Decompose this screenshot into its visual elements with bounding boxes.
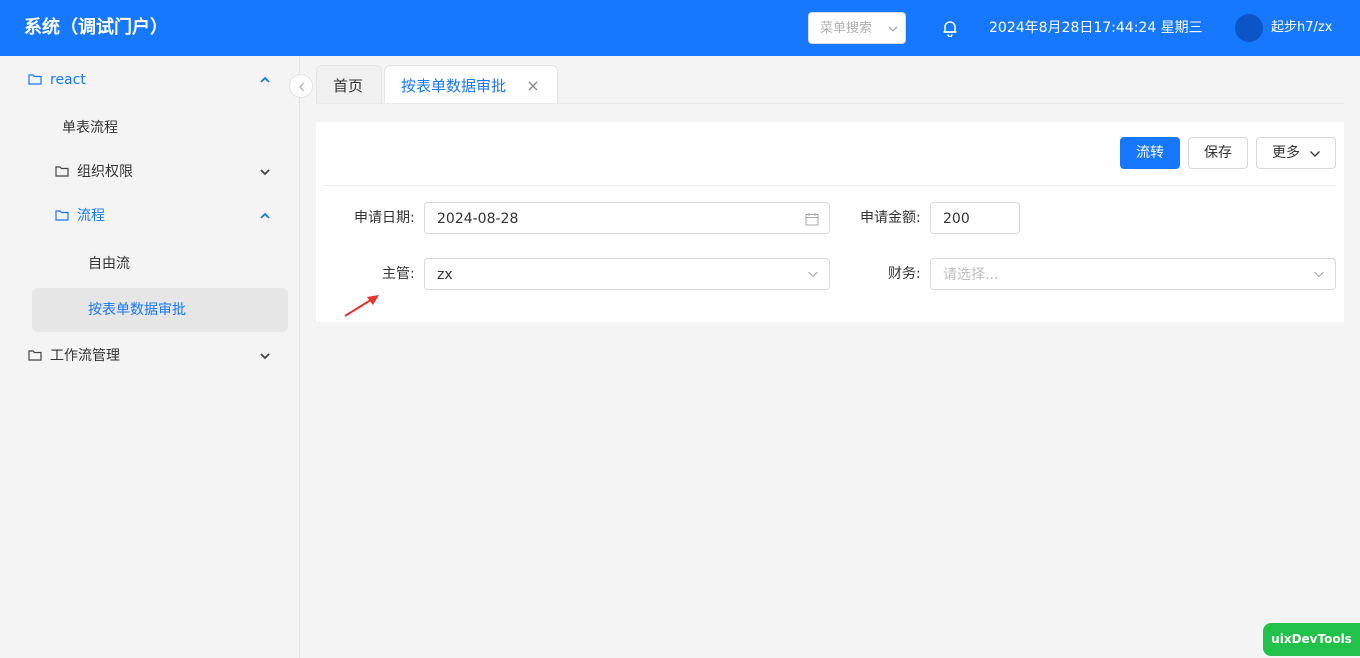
chevron-down-icon [1313,268,1325,280]
apply-amount-value: 200 [943,211,970,227]
finance-placeholder: 请选择... [943,267,999,283]
more-button[interactable]: 更多 [1256,137,1336,169]
calendar-icon [805,212,819,226]
sidebar-item-label: 自由流 [88,256,130,272]
apply-date-field[interactable]: 2024-08-28 [424,202,830,234]
sidebar-item-react[interactable]: react [0,58,300,102]
sidebar-collapse-button[interactable] [289,74,313,98]
more-button-label: 更多 [1272,145,1300,161]
sidebar-item-form-data-approval[interactable]: 按表单数据审批 [32,288,288,332]
sidebar-item-label: 流程 [77,208,105,224]
folder-icon [55,165,69,177]
sidebar-item-label: 组织权限 [77,164,133,180]
sidebar-item-workflow-management[interactable]: 工作流管理 [0,334,300,378]
apply-amount-label: 申请金额: [860,210,921,226]
app-title: 系统（调试门户） [24,17,168,38]
sidebar-item-org-permissions[interactable]: 组织权限 [0,150,300,194]
tab-home[interactable]: 首页 [316,65,382,104]
supervisor-value: zx [437,267,453,283]
top-header: 系统（调试门户） 菜单搜索 2024年8月28日17:44:24 星期三 起步h… [0,0,1360,56]
toolbar-divider [324,185,1336,186]
chevron-up-icon [259,211,271,221]
chevron-down-icon [259,351,271,361]
bell-icon[interactable] [942,19,958,37]
finance-label: 财务: [888,266,921,282]
menu-search-select[interactable]: 菜单搜索 [808,12,906,44]
uixdevtools-button[interactable]: uixDevTools [1263,623,1360,656]
sidebar: react 单表流程 组织权限 流程 自由流 按表单数据审批 工作流管理 [0,56,300,658]
form-card: 流转 保存 更多 申请日期: 2024-08-28 申请金额: 200 主管: … [316,122,1344,322]
chevron-down-icon [807,268,819,280]
annotation-arrow-icon [342,292,382,320]
chevron-down-icon [259,167,271,177]
sidebar-item-single-table-flow[interactable]: 单表流程 [0,106,300,150]
sidebar-item-free-flow[interactable]: 自由流 [0,242,300,286]
apply-date-label: 申请日期: [354,210,415,226]
tab-label: 首页 [333,77,364,95]
avatar[interactable] [1235,14,1263,42]
sidebar-item-label: 工作流管理 [50,348,120,364]
tab-form-data-approval[interactable]: 按表单数据审批 [384,65,558,104]
username[interactable]: 起步h7/zx [1271,18,1332,38]
sidebar-item-label: 按表单数据审批 [88,302,186,318]
chevron-down-icon [887,23,899,35]
chevron-up-icon [259,75,271,85]
folder-icon [28,73,42,85]
supervisor-select[interactable]: zx [424,258,830,290]
apply-amount-field[interactable]: 200 [930,202,1020,234]
save-button[interactable]: 保存 [1188,137,1248,169]
tab-label: 按表单数据审批 [401,77,507,95]
close-icon[interactable] [528,81,538,91]
tab-bar-divider [316,103,1344,104]
finance-select[interactable]: 请选择... [930,258,1336,290]
supervisor-label: 主管: [382,266,415,282]
sidebar-item-label: react [50,72,86,88]
folder-icon [28,349,42,361]
datetime-display: 2024年8月28日17:44:24 星期三 [989,20,1203,36]
chevron-down-icon [1310,151,1320,157]
sidebar-item-flow[interactable]: 流程 [0,194,300,238]
menu-search-placeholder: 菜单搜索 [820,21,873,36]
sidebar-item-label: 单表流程 [62,120,118,136]
transfer-button[interactable]: 流转 [1120,137,1180,169]
apply-date-value: 2024-08-28 [437,211,519,227]
folder-icon [55,209,69,221]
